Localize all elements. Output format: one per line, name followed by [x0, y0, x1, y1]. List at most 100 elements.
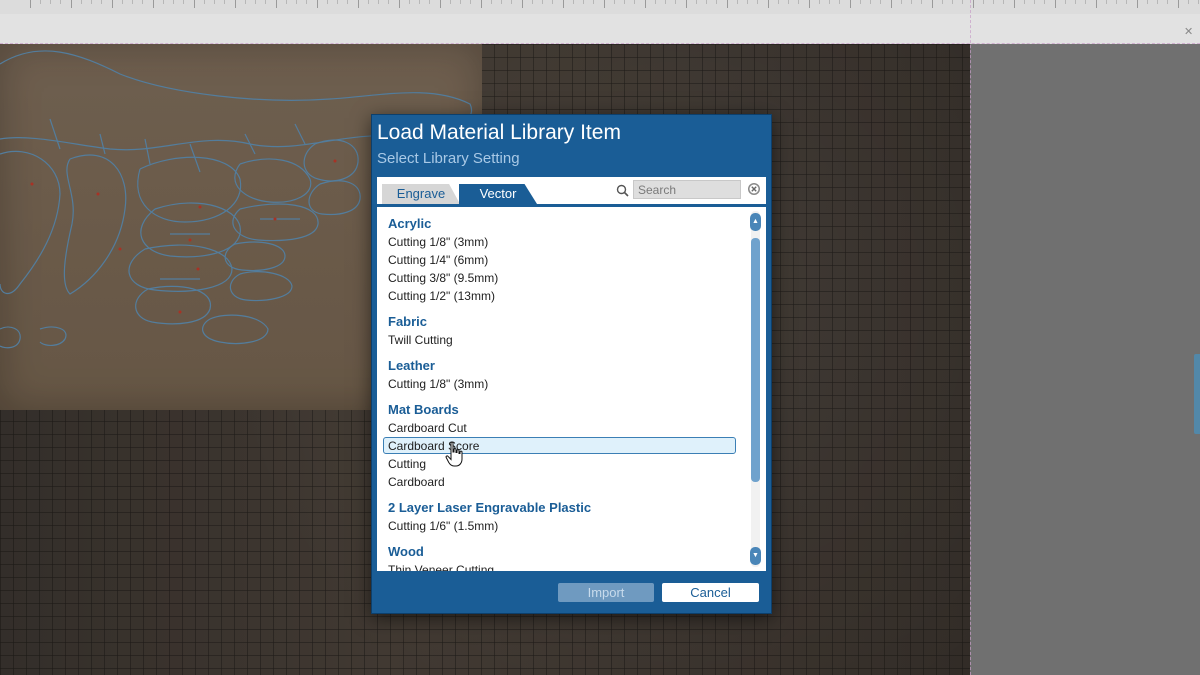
ruler-tick-minor: [901, 0, 902, 4]
ruler-tick-minor: [911, 0, 912, 4]
list-scrollbar[interactable]: ▲ ▼: [749, 211, 762, 567]
library-list[interactable]: Acrylic Cutting 1/8" (3mm) Cutting 1/4" …: [377, 207, 766, 571]
list-item[interactable]: Twill Cutting: [388, 332, 453, 349]
ruler-tick-minor: [665, 0, 666, 4]
ruler-tick: [399, 0, 400, 8]
ruler-tick-minor: [778, 0, 779, 4]
category-acrylic: Acrylic: [388, 216, 432, 231]
ruler-tick-minor: [163, 0, 164, 4]
list-item[interactable]: Cardboard: [388, 474, 445, 491]
side-panel-area: [970, 44, 1200, 675]
close-circle-icon[interactable]: [747, 182, 761, 196]
ruler-tick-minor: [1198, 0, 1199, 4]
ruler-tick-minor: [173, 0, 174, 4]
list-item[interactable]: Cutting 3/8" (9.5mm): [388, 270, 498, 287]
ruler-tick-minor: [347, 0, 348, 4]
ruler-tick-minor: [224, 0, 225, 4]
ruler-tick-minor: [829, 0, 830, 4]
top-ruler: [0, 0, 1200, 15]
list-item[interactable]: Cutting 1/8" (3mm): [388, 376, 488, 393]
list-item[interactable]: Thin Veneer Cutting: [388, 562, 494, 571]
ruler-tick: [768, 0, 769, 8]
ruler-tick: [686, 0, 687, 8]
ruler-tick-minor: [1188, 0, 1189, 4]
ruler-tick-minor: [265, 0, 266, 4]
ruler-tick: [891, 0, 892, 8]
list-item[interactable]: Cutting 1/6" (1.5mm): [388, 518, 498, 535]
ruler-tick-minor: [1085, 0, 1086, 4]
category-mat-boards: Mat Boards: [388, 402, 459, 417]
ruler-tick-minor: [286, 0, 287, 4]
cancel-button[interactable]: Cancel: [662, 583, 759, 602]
ruler-tick-minor: [296, 0, 297, 4]
ruler-tick-minor: [716, 0, 717, 4]
ruler-tick: [1178, 0, 1179, 8]
ruler-tick-minor: [542, 0, 543, 4]
ruler-tick-minor: [819, 0, 820, 4]
ruler-tick-minor: [737, 0, 738, 4]
ruler-tick-minor: [1106, 0, 1107, 4]
scroll-down-icon[interactable]: ▼: [750, 547, 761, 565]
ruler-tick-minor: [1034, 0, 1035, 4]
ruler-tick-minor: [501, 0, 502, 4]
list-item[interactable]: Cutting 1/2" (13mm): [388, 288, 495, 305]
ruler-tick: [317, 0, 318, 8]
ruler-tick-minor: [368, 0, 369, 4]
ruler-tick-minor: [40, 0, 41, 4]
ruler-tick-minor: [60, 0, 61, 4]
list-item[interactable]: Cutting: [388, 456, 426, 473]
list-item[interactable]: Cardboard Cut: [388, 420, 467, 437]
ruler-tick-minor: [1167, 0, 1168, 4]
category-2-layer-plastic: 2 Layer Laser Engravable Plastic: [388, 500, 592, 515]
ruler-tick-minor: [921, 0, 922, 4]
tab-vector[interactable]: Vector: [459, 184, 537, 204]
ruler-tick-minor: [450, 0, 451, 4]
scrollbar-thumb[interactable]: [751, 238, 760, 482]
ruler-tick-minor: [419, 0, 420, 4]
ruler-tick-minor: [788, 0, 789, 4]
ruler-tick: [563, 0, 564, 8]
ruler-tick-minor: [388, 0, 389, 4]
ruler-tick: [235, 0, 236, 8]
ruler-tick-minor: [583, 0, 584, 4]
ruler-tick-minor: [122, 0, 123, 4]
panel-scroll-handle[interactable]: [1194, 354, 1200, 434]
ruler-tick-minor: [491, 0, 492, 4]
ruler-tick-minor: [634, 0, 635, 4]
ruler-tick: [727, 0, 728, 8]
ruler-tick-minor: [1157, 0, 1158, 4]
ruler-tick: [932, 0, 933, 8]
ruler-tick-minor: [327, 0, 328, 4]
ruler-tick: [522, 0, 523, 8]
ruler-tick-minor: [1126, 0, 1127, 4]
ruler-tick-minor: [245, 0, 246, 4]
list-item-selected[interactable]: Cardboard Score: [383, 437, 736, 454]
ruler-tick: [604, 0, 605, 8]
ruler-tick-minor: [1065, 0, 1066, 4]
import-button[interactable]: Import: [558, 583, 654, 602]
ruler-tick-minor: [1044, 0, 1045, 4]
search-icon: [616, 184, 629, 197]
ruler-tick-minor: [757, 0, 758, 4]
scroll-up-icon[interactable]: ▲: [750, 213, 761, 231]
close-icon[interactable]: ✕: [1184, 27, 1194, 38]
tab-engrave[interactable]: Engrave: [382, 184, 460, 204]
list-item[interactable]: Cutting 1/4" (6mm): [388, 252, 488, 269]
list-item[interactable]: Cutting 1/8" (3mm): [388, 234, 488, 251]
ruler-tick-minor: [962, 0, 963, 4]
ruler-tick: [30, 0, 31, 8]
ruler-tick-minor: [1003, 0, 1004, 4]
ruler-tick: [71, 0, 72, 8]
ruler-tick: [809, 0, 810, 8]
search-input[interactable]: [633, 180, 741, 199]
category-fabric: Fabric: [388, 314, 428, 329]
ruler-tick: [1014, 0, 1015, 8]
ruler-tick: [1137, 0, 1138, 8]
page-guide-vertical: [970, 0, 971, 675]
ruler-tick: [481, 0, 482, 8]
ruler-tick-minor: [880, 0, 881, 4]
ruler-tick-minor: [409, 0, 410, 4]
dialog-title: Load Material Library Item: [377, 121, 621, 144]
ruler-tick-minor: [839, 0, 840, 4]
ruler-tick-minor: [1075, 0, 1076, 4]
